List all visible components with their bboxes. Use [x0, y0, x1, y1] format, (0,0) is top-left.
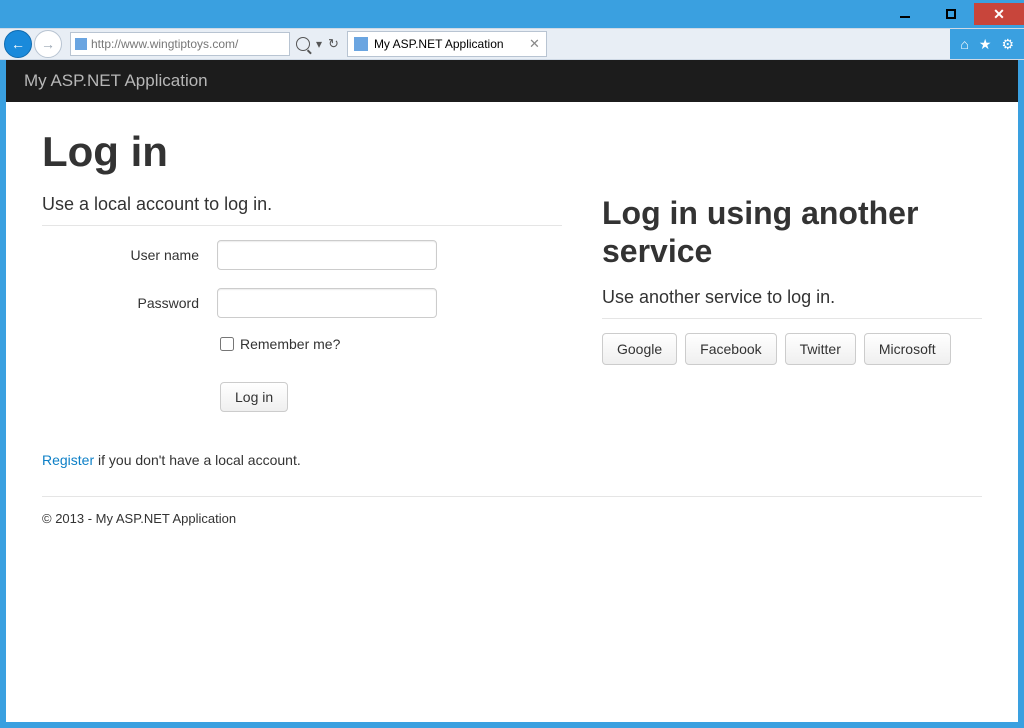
- window-minimize-button[interactable]: [882, 3, 928, 25]
- settings-gear-icon[interactable]: ⚙: [1001, 36, 1014, 53]
- local-login-heading: Use a local account to log in.: [42, 194, 562, 215]
- remember-me-checkbox[interactable]: [220, 337, 234, 351]
- browser-toolbar: ← → http://www.wingtiptoys.com/ ▾ ↻ My A…: [0, 28, 1024, 60]
- page-favicon-icon: [75, 38, 87, 50]
- divider: [602, 318, 982, 319]
- tab-title: My ASP.NET Application: [374, 37, 504, 51]
- navbar-brand[interactable]: My ASP.NET Application: [24, 71, 208, 91]
- page-title: Log in: [42, 128, 982, 176]
- site-navbar: My ASP.NET Application: [6, 60, 1018, 102]
- home-icon[interactable]: ⌂: [960, 36, 968, 52]
- remember-me-label: Remember me?: [240, 336, 340, 352]
- arrow-right-icon: →: [41, 36, 55, 52]
- nav-back-button[interactable]: ←: [4, 30, 32, 58]
- provider-facebook-button[interactable]: Facebook: [685, 333, 776, 365]
- address-bar[interactable]: http://www.wingtiptoys.com/: [70, 32, 290, 56]
- address-bar-url: http://www.wingtiptoys.com/: [91, 37, 238, 51]
- provider-microsoft-button[interactable]: Microsoft: [864, 333, 951, 365]
- external-login-title: Log in using another service: [602, 194, 982, 271]
- provider-twitter-button[interactable]: Twitter: [785, 333, 856, 365]
- footer-text: © 2013 - My ASP.NET Application: [42, 511, 982, 526]
- window-titlebar: ✕: [0, 0, 1024, 28]
- tab-close-button[interactable]: ✕: [529, 36, 540, 52]
- external-providers: Google Facebook Twitter Microsoft: [602, 333, 982, 365]
- register-link[interactable]: Register: [42, 452, 94, 468]
- dropdown-indicator[interactable]: ▾: [316, 37, 322, 51]
- page-viewport: My ASP.NET Application Log in Use a loca…: [6, 60, 1018, 722]
- window-close-button[interactable]: ✕: [974, 3, 1024, 25]
- external-login-subheading: Use another service to log in.: [602, 287, 982, 308]
- register-line: Register if you don't have a local accou…: [42, 452, 562, 468]
- search-icon[interactable]: [296, 37, 310, 51]
- window-maximize-button[interactable]: [928, 3, 974, 25]
- nav-forward-button[interactable]: →: [34, 30, 62, 58]
- divider: [42, 225, 562, 226]
- favorites-icon[interactable]: ★: [979, 36, 992, 53]
- provider-google-button[interactable]: Google: [602, 333, 677, 365]
- register-suffix: if you don't have a local account.: [94, 452, 301, 468]
- arrow-left-icon: ←: [11, 36, 25, 52]
- tab-favicon-icon: [354, 37, 368, 51]
- refresh-icon[interactable]: ↻: [328, 36, 339, 52]
- login-button[interactable]: Log in: [220, 382, 288, 412]
- footer-divider: [42, 496, 982, 497]
- password-label: Password: [42, 295, 217, 311]
- password-input[interactable]: [217, 288, 437, 318]
- username-input[interactable]: [217, 240, 437, 270]
- username-label: User name: [42, 247, 217, 263]
- browser-tab[interactable]: My ASP.NET Application ✕: [347, 31, 547, 57]
